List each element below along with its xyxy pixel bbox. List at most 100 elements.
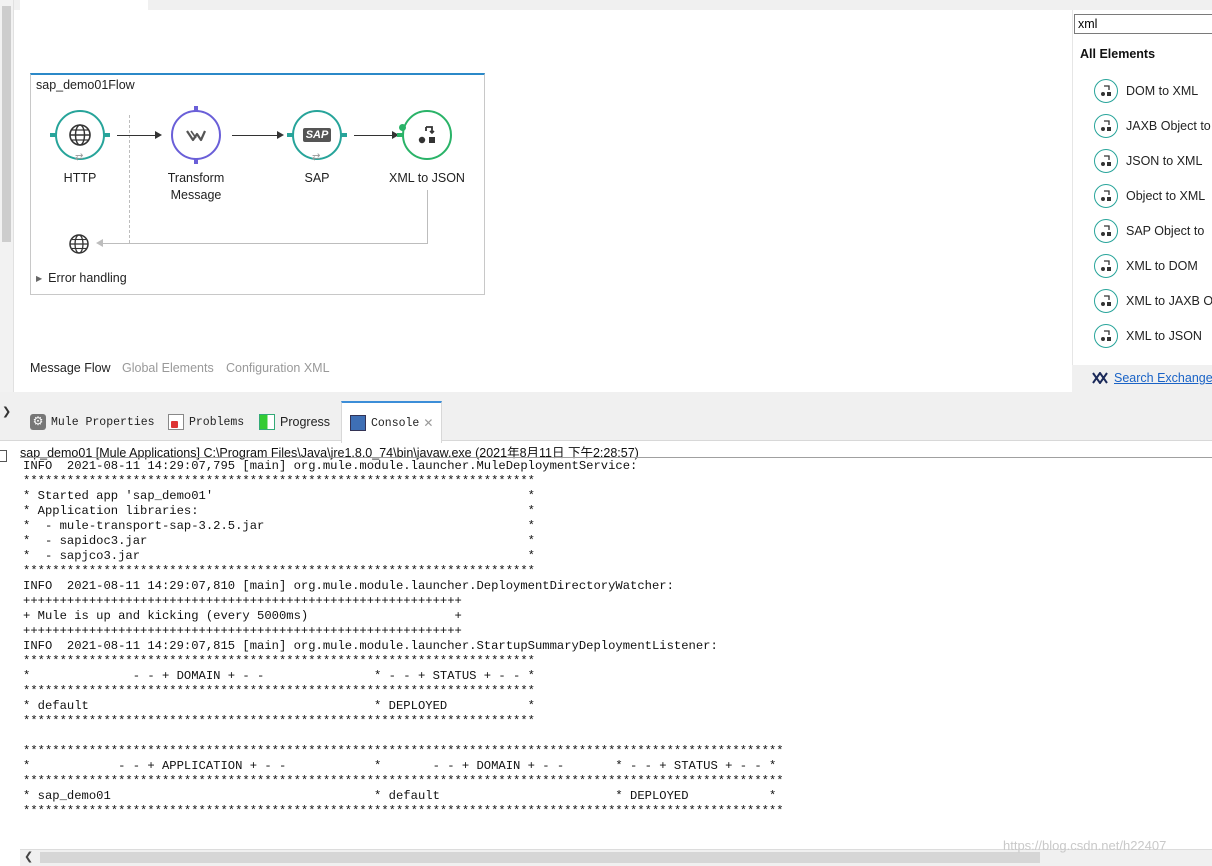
transformer-icon — [1094, 114, 1118, 138]
dataweave-icon — [186, 130, 207, 142]
palette-item-label: JSON to XML — [1126, 154, 1203, 168]
console-line: INFO 2021-08-11 14:29:07,810 [main] org.… — [23, 579, 674, 593]
console-line: ****************************************… — [23, 804, 784, 818]
palette-item-label: SAP Object to — [1126, 224, 1205, 238]
console-line: ****************************************… — [23, 654, 535, 668]
search-exchange-link[interactable]: Search Exchange — [1114, 371, 1212, 385]
transform-message-node[interactable] — [171, 110, 221, 160]
flow-arrow-2 — [232, 135, 277, 136]
sap-port-right — [341, 133, 347, 137]
console-line: INFO 2021-08-11 14:29:07,795 [main] org.… — [23, 459, 638, 473]
palette-item[interactable]: DOM to XML — [1094, 78, 1212, 104]
tab-global-elements[interactable]: Global Elements — [122, 361, 214, 375]
console-line: ****************************************… — [23, 774, 784, 788]
error-handling-label: Error handling — [48, 271, 127, 285]
palette-heading: All Elements — [1080, 47, 1156, 61]
console-line: * - sapidoc3.jar * — [23, 534, 535, 548]
palette-item-label: DOM to XML — [1126, 84, 1199, 98]
tab-message-flow[interactable]: Message Flow — [30, 361, 111, 375]
console-line: * - sapjco3.jar * — [23, 549, 535, 563]
transformer-icon — [418, 126, 435, 144]
horizontal-scrollbar-thumb[interactable] — [40, 852, 1040, 863]
console-line: * Application libraries: * — [23, 504, 535, 518]
tab-mule-properties-label: Mule Properties — [51, 415, 155, 429]
exchange-icon — [1092, 372, 1108, 384]
flow-title[interactable]: sap_demo01Flow — [36, 78, 135, 92]
palette-item[interactable]: SAP Object to — [1094, 218, 1212, 244]
xml-to-json-port-left — [397, 133, 403, 137]
top-strip — [0, 0, 1212, 10]
console-icon — [350, 415, 366, 431]
transformer-icon — [1094, 149, 1118, 173]
palette-item[interactable]: XML to JSON — [1094, 323, 1212, 349]
scroll-left-arrow-icon[interactable]: ❮ — [24, 850, 33, 863]
palette-item-label: XML to JSON — [1126, 329, 1202, 343]
palette-item-label: XML to JAXB O — [1126, 294, 1212, 308]
canvas-separator — [0, 392, 1212, 404]
problems-icon — [168, 414, 184, 430]
console-line: + Mule is up and kicking (every 5000ms) … — [23, 609, 462, 623]
flow-arrow-3 — [354, 135, 392, 136]
transformer-icon — [1094, 289, 1118, 313]
transformer-icon — [1094, 219, 1118, 243]
gear-icon: ⚙ — [30, 414, 46, 430]
globe-icon — [69, 124, 91, 146]
sap-port-left — [287, 133, 293, 137]
palette-item-label: JAXB Object to — [1126, 119, 1211, 133]
console-line: * Started app 'sap_demo01' * — [23, 489, 535, 503]
exchange-pattern-icon: ⇄ — [75, 152, 84, 163]
console-line: * sap_demo01 * default * DEPLOYED * — [23, 789, 777, 803]
http-port-right — [104, 133, 110, 137]
progress-icon — [259, 414, 275, 430]
transform-port-top — [194, 106, 198, 111]
xml-to-json-node-label: XML to JSON — [389, 171, 465, 185]
response-return-line-vertical — [427, 190, 428, 244]
flow-arrow-2-head — [277, 131, 284, 139]
console-line: ****************************************… — [23, 474, 535, 488]
palette-item-label: Object to XML — [1126, 189, 1206, 203]
sap-logo-icon: SAP — [302, 128, 332, 142]
watermark: https://blog.csdn.net/h22407 — [1003, 838, 1167, 853]
console-line: ****************************************… — [23, 684, 535, 698]
console-line: ****************************************… — [23, 744, 784, 758]
palette-item[interactable]: XML to DOM — [1094, 253, 1212, 279]
console-line: * default * DEPLOYED * — [23, 699, 535, 713]
console-line: * - - + DOMAIN + - - * - - + STATUS + - … — [23, 669, 535, 683]
close-icon[interactable]: ✕ — [423, 416, 433, 430]
tab-configuration-xml[interactable]: Configuration XML — [226, 361, 330, 375]
console-output[interactable]: INFO 2021-08-11 14:29:07,795 [main] org.… — [23, 459, 1208, 847]
tab-progress[interactable]: Progress — [259, 408, 330, 436]
vertical-scrollbar-thumb[interactable] — [2, 6, 11, 242]
expand-triangle-icon: ▶ — [36, 273, 43, 283]
console-line: * - mule-transport-sap-3.2.5.jar * — [23, 519, 535, 533]
sap-exchange-icon: ⇄ — [312, 152, 321, 163]
palette-item[interactable]: XML to JAXB O — [1094, 288, 1212, 314]
transformer-icon — [1094, 324, 1118, 348]
tab-progress-label: Progress — [280, 415, 331, 429]
transformer-icon — [1094, 79, 1118, 103]
http-node-label: HTTP — [63, 171, 97, 185]
xml-to-json-node[interactable] — [402, 110, 452, 160]
tab-problems-label: Problems — [189, 415, 245, 429]
transform-label-line2: Message — [170, 188, 222, 202]
response-return-line-horizontal — [102, 243, 428, 244]
palette-item[interactable]: Object to XML — [1094, 183, 1212, 209]
palette-search-input[interactable] — [1074, 14, 1212, 34]
tab-problems[interactable]: Problems — [168, 408, 244, 436]
console-divider — [20, 457, 1212, 458]
console-line: ++++++++++++++++++++++++++++++++++++++++… — [23, 624, 462, 638]
tab-console[interactable]: Console ✕ — [341, 401, 443, 443]
collapse-chevron-icon[interactable]: ❯ — [2, 405, 11, 418]
transform-port-bottom — [194, 159, 198, 164]
console-line: ****************************************… — [23, 714, 535, 728]
editor-tab[interactable] — [20, 0, 148, 10]
console-line: * - - + APPLICATION + - - * - - + DOMAIN… — [23, 759, 777, 773]
error-handling-toggle[interactable]: ▶ Error handling — [36, 271, 127, 285]
tab-mule-properties[interactable]: ⚙ Mule Properties — [30, 408, 155, 436]
palette-item[interactable]: JSON to XML — [1094, 148, 1212, 174]
console-gutter-icon — [0, 450, 7, 462]
flow-arrow-1-head — [155, 131, 162, 139]
sap-node-label: SAP — [304, 171, 330, 185]
palette-item[interactable]: JAXB Object to — [1094, 113, 1212, 139]
